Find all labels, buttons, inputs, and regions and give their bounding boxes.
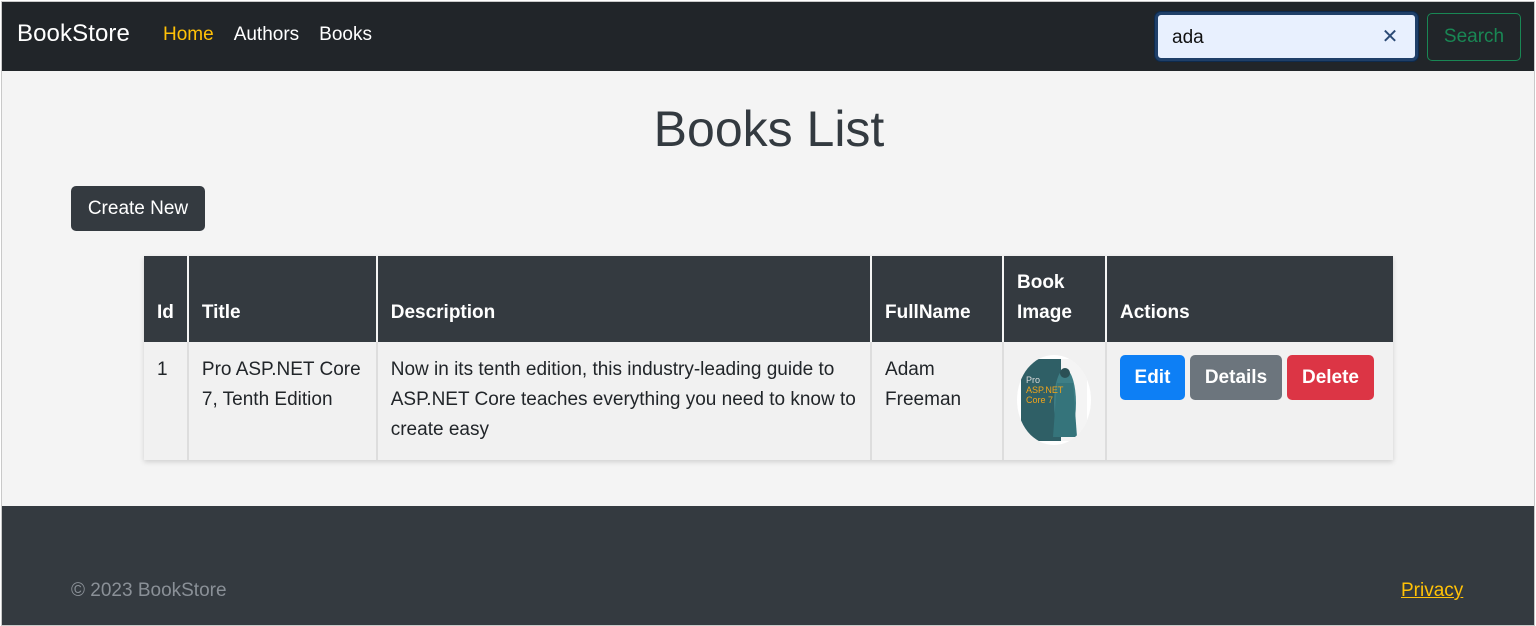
footer: © 2023 BookStore Privacy [2,506,1534,625]
table-row: 1 Pro ASP.NET Core 7, Tenth Edition Now … [144,342,1393,460]
edit-button[interactable]: Edit [1119,355,1185,400]
search-button[interactable]: Search [1427,13,1521,61]
copyright-text: © 2023 BookStore [71,580,227,601]
header-book-image: Book Image [1003,256,1107,342]
header-fullname: FullName [871,256,1004,342]
cell-fullname: Adam Freeman [871,342,1004,460]
cell-book-image: Pro ASP.NET Core 7 [1003,342,1107,460]
nav-link-authors[interactable]: Authors [234,24,299,46]
header-id: Id [144,256,189,342]
row-actions: Edit Details Delete [1119,355,1380,400]
nav-links: Home Authors Books [163,24,372,46]
page-title: Books List [653,101,885,157]
clear-icon[interactable]: ✕ [1379,26,1401,48]
brand-logo[interactable]: BookStore [17,20,130,48]
book-cover-graphic: Pro ASP.NET Core 7 [1021,359,1087,441]
navbar: BookStore Home Authors Books ✕ Search [2,2,1534,71]
nav-link-home[interactable]: Home [163,24,214,46]
privacy-link[interactable]: Privacy [1401,580,1463,602]
delete-button[interactable]: Delete [1286,355,1374,400]
cell-actions: Edit Details Delete [1105,342,1393,460]
table-header-row: Id Title Description FullName Book Image… [144,256,1393,342]
cover-text-pro: Pro [1026,375,1040,385]
create-new-button[interactable]: Create New [71,186,205,231]
cover-text-aspnet: ASP.NET [1026,385,1064,395]
search-box: ✕ [1155,12,1418,61]
cover-text-core: Core 7 [1026,395,1053,405]
details-button[interactable]: Details [1189,355,1282,400]
nav-link-books[interactable]: Books [319,24,372,46]
header-description: Description [376,256,873,342]
cell-description: Now in its tenth edition, this industry-… [376,342,873,460]
book-cover-image: Pro ASP.NET Core 7 [1017,355,1091,445]
app-frame: BookStore Home Authors Books ✕ Search Bo… [1,1,1535,626]
search-input[interactable] [1172,25,1372,51]
cell-id: 1 [144,342,189,460]
header-actions: Actions [1105,256,1393,342]
books-table: Id Title Description FullName Book Image… [144,256,1393,460]
cell-title: Pro ASP.NET Core 7, Tenth Edition [187,342,378,460]
header-title: Title [187,256,378,342]
